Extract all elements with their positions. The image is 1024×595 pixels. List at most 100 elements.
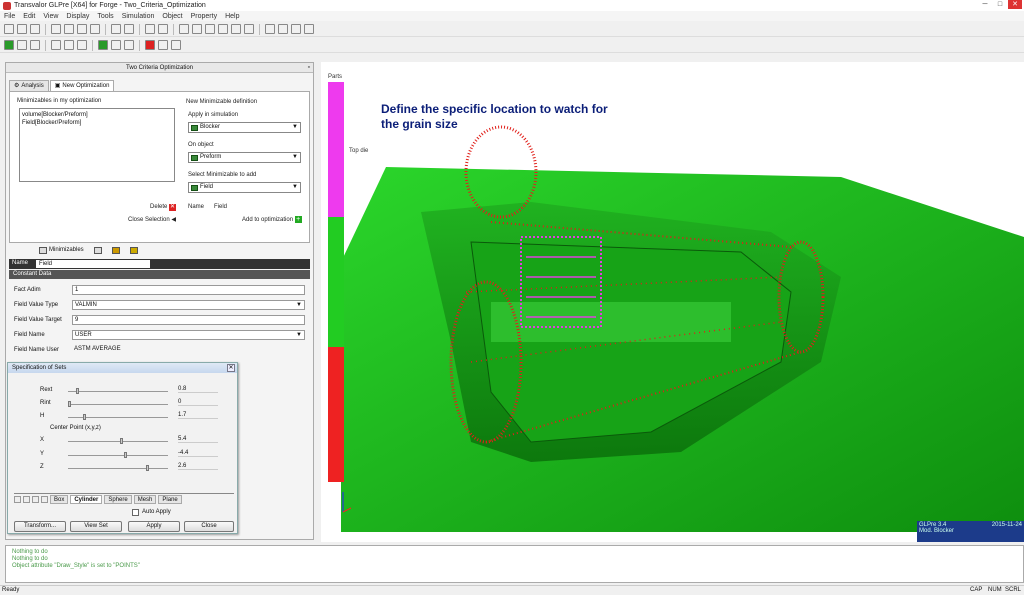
apply-in-sim-select[interactable]: Blocker ▼ bbox=[188, 122, 301, 133]
paste-icon[interactable] bbox=[77, 24, 87, 34]
mesh-icon[interactable] bbox=[17, 40, 27, 50]
tab-parameters[interactable] bbox=[111, 246, 120, 254]
slider-thumb[interactable] bbox=[124, 452, 127, 458]
cut-icon[interactable] bbox=[51, 24, 61, 34]
tab-mesh[interactable]: Mesh bbox=[133, 494, 157, 504]
transform-button[interactable]: Transform... bbox=[14, 521, 66, 532]
view-iso-icon[interactable] bbox=[244, 24, 254, 34]
z-value[interactable]: 2.6 bbox=[178, 463, 218, 470]
rint-value[interactable]: 0 bbox=[178, 399, 218, 406]
nav-prev-icon[interactable] bbox=[23, 495, 30, 503]
view-back-icon[interactable] bbox=[192, 24, 202, 34]
nav-first-icon[interactable] bbox=[14, 495, 21, 503]
menu-display[interactable]: Display bbox=[66, 13, 89, 20]
redo-icon[interactable] bbox=[158, 24, 168, 34]
billet-icon[interactable] bbox=[111, 40, 121, 50]
close-window-button[interactable]: ✕ bbox=[1008, 0, 1022, 9]
rotate-icon[interactable] bbox=[64, 40, 74, 50]
points-icon[interactable] bbox=[291, 24, 301, 34]
slider-thumb[interactable] bbox=[146, 465, 149, 471]
y-value[interactable]: -4.4 bbox=[178, 450, 218, 457]
view-top-icon[interactable] bbox=[231, 24, 241, 34]
x-slider[interactable] bbox=[68, 438, 168, 444]
select-minimizable-select[interactable]: Field ▼ bbox=[188, 182, 301, 193]
wireframe-icon[interactable] bbox=[265, 24, 275, 34]
sensor-icon[interactable] bbox=[124, 40, 134, 50]
tab-constraints[interactable] bbox=[93, 246, 102, 254]
field-name-user-input[interactable]: ASTM AVERAGE bbox=[72, 345, 305, 355]
z-slider[interactable] bbox=[68, 465, 168, 471]
menu-object[interactable]: Object bbox=[162, 13, 182, 20]
props-name-value[interactable]: Field bbox=[36, 260, 150, 268]
menu-simulation[interactable]: Simulation bbox=[122, 13, 155, 20]
y-slider[interactable] bbox=[68, 452, 168, 458]
delete-button[interactable]: Delete ✕ bbox=[150, 204, 177, 211]
die-icon[interactable] bbox=[98, 40, 108, 50]
apply-button[interactable]: Apply bbox=[128, 521, 180, 532]
menu-file[interactable]: File bbox=[4, 13, 15, 20]
menu-view[interactable]: View bbox=[43, 13, 58, 20]
close-button[interactable]: Close bbox=[184, 521, 234, 532]
name-value[interactable]: Field bbox=[214, 204, 227, 210]
rext-value[interactable]: 0.8 bbox=[178, 386, 218, 393]
undo-icon[interactable] bbox=[145, 24, 155, 34]
slider-thumb[interactable] bbox=[76, 388, 79, 394]
cube-icon[interactable] bbox=[4, 40, 14, 50]
tab-cylinder[interactable]: Cylinder bbox=[70, 494, 103, 504]
new-file-icon[interactable] bbox=[4, 24, 14, 34]
zoom-icon[interactable] bbox=[111, 24, 121, 34]
list-item[interactable]: volume[Blocker/Preform] bbox=[22, 111, 172, 119]
minimize-button[interactable]: ─ bbox=[978, 0, 992, 9]
3d-viewport[interactable]: Parts Top die Define the specific locati… bbox=[321, 62, 1024, 542]
view-front-icon[interactable] bbox=[179, 24, 189, 34]
tab-sphere[interactable]: Sphere bbox=[104, 494, 132, 504]
minimizables-list[interactable]: volume[Blocker/Preform] Field[Blocker/Pr… bbox=[19, 108, 175, 182]
h-slider[interactable] bbox=[68, 414, 168, 420]
fact-adim-input[interactable]: 1 bbox=[72, 285, 305, 295]
save-icon[interactable] bbox=[30, 24, 40, 34]
view-right-icon[interactable] bbox=[218, 24, 228, 34]
tab-box[interactable]: Box bbox=[50, 494, 69, 504]
scale-icon[interactable] bbox=[77, 40, 87, 50]
slider-thumb[interactable] bbox=[83, 414, 86, 420]
maximize-button[interactable]: □ bbox=[993, 0, 1007, 9]
close-selection-button[interactable]: Close Selection ◀ bbox=[128, 216, 176, 223]
translate-icon[interactable] bbox=[51, 40, 61, 50]
tab-new-optimization[interactable]: ▣ New Optimization bbox=[49, 80, 115, 91]
field-value-target-input[interactable]: 9 bbox=[72, 315, 305, 325]
nav-last-icon[interactable] bbox=[41, 495, 48, 503]
auto-apply-checkbox[interactable] bbox=[132, 509, 139, 516]
nav-next-icon[interactable] bbox=[32, 495, 39, 503]
pin-icon[interactable]: ▫ bbox=[308, 63, 310, 73]
view-left-icon[interactable] bbox=[205, 24, 215, 34]
shaded-icon[interactable] bbox=[278, 24, 288, 34]
tab-plane[interactable]: Plane bbox=[158, 494, 182, 504]
field-name-select[interactable]: USER ▼ bbox=[72, 330, 305, 340]
list-item[interactable]: Field[Blocker/Preform] bbox=[22, 119, 172, 127]
rint-slider[interactable] bbox=[68, 401, 168, 407]
tab-minimizables[interactable]: Minimizables bbox=[39, 246, 84, 254]
field-value-type-select[interactable]: VALMIN ▼ bbox=[72, 300, 305, 310]
menu-tools[interactable]: Tools bbox=[97, 13, 113, 20]
menu-help[interactable]: Help bbox=[225, 13, 239, 20]
viewport-canvas[interactable] bbox=[321, 62, 1024, 542]
print-icon[interactable] bbox=[90, 24, 100, 34]
red-square-icon[interactable] bbox=[145, 40, 155, 50]
menu-property[interactable]: Property bbox=[191, 13, 217, 20]
slider-thumb[interactable] bbox=[68, 401, 71, 407]
add-to-optimization-button[interactable]: Add to optimization + bbox=[242, 216, 302, 223]
slider-thumb[interactable] bbox=[120, 438, 123, 444]
fit-view-icon[interactable] bbox=[124, 24, 134, 34]
on-object-select[interactable]: Preform ▼ bbox=[188, 152, 301, 163]
close-icon[interactable]: ✕ bbox=[227, 364, 235, 372]
tool-icon[interactable] bbox=[158, 40, 168, 50]
tab-analysis[interactable]: ⚙ Analysis bbox=[9, 80, 49, 91]
delete-icon[interactable] bbox=[171, 40, 181, 50]
view-set-button[interactable]: View Set bbox=[70, 521, 122, 532]
copy-icon[interactable] bbox=[64, 24, 74, 34]
open-file-icon[interactable] bbox=[17, 24, 27, 34]
surface-icon[interactable] bbox=[30, 40, 40, 50]
rext-slider[interactable] bbox=[68, 388, 168, 394]
message-console[interactable]: Nothing to do Nothing to do Object attri… bbox=[5, 545, 1024, 583]
tab-results[interactable] bbox=[129, 246, 138, 254]
